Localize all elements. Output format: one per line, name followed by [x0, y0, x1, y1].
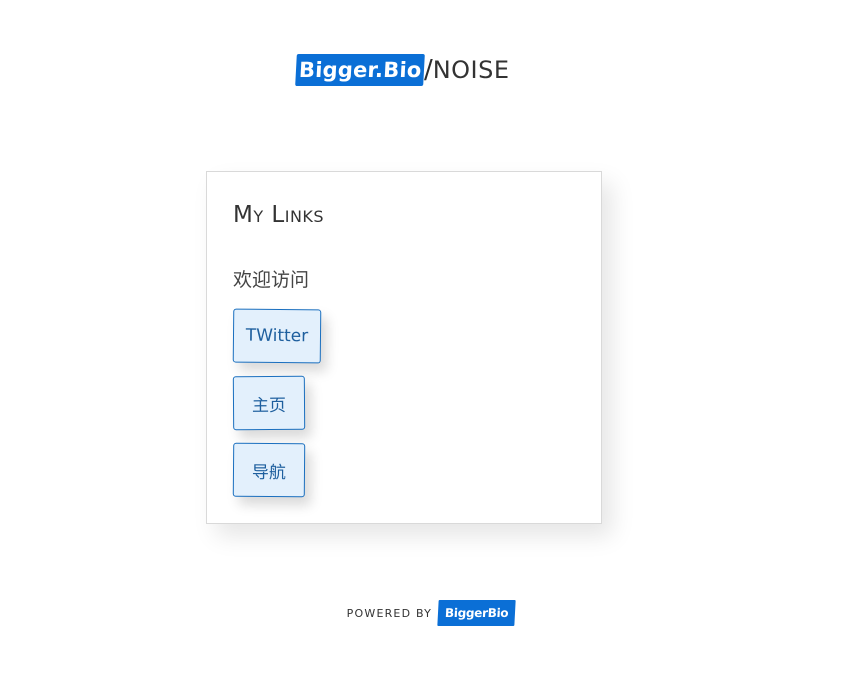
site-name: NOISE — [432, 56, 510, 84]
logo-separator: / — [423, 55, 433, 85]
powered-by-label: POWERED BY — [346, 606, 433, 620]
page: Bigger.Bio / NOISE My Links 欢迎访问 TWitter… — [0, 0, 854, 697]
site-logo[interactable]: Bigger.Bio / NOISE — [0, 54, 854, 86]
footer: POWERED BY BiggerBio — [0, 600, 854, 626]
link-button-homepage[interactable]: 主页 — [232, 375, 306, 431]
card-description: 欢迎访问 — [233, 269, 310, 291]
footer-brand-badge[interactable]: BiggerBio — [437, 600, 517, 626]
links-card: My Links 欢迎访问 TWitter 主页 导航 — [206, 171, 602, 524]
link-button-navigation[interactable]: 导航 — [232, 442, 306, 498]
card-title: My Links — [233, 202, 325, 228]
brand-badge: Bigger.Bio — [295, 54, 426, 86]
link-button-twitter[interactable]: TWitter — [232, 308, 322, 364]
